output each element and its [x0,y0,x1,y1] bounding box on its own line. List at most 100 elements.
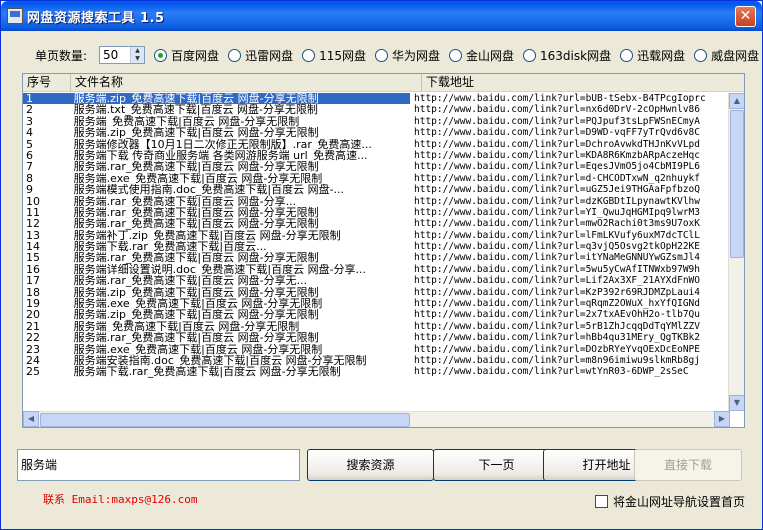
row-index[interactable]: 9 [23,184,70,195]
table-row[interactable]: 7 服务端.rar_免费高速下载|百度云 网盘-分享无限制 http://www.b… [23,161,730,172]
row-url[interactable]: http://www.baidu.com/link?url=hBb4qu31ME… [410,332,730,343]
header-url[interactable]: 下载地址 [422,74,744,92]
row-index[interactable]: 17 [23,275,70,286]
table-row[interactable]: 16 服务端详细设置说明.doc_免费高速下载|百度云 网盘-分享... http:… [23,264,730,275]
row-index[interactable]: 16 [23,264,70,275]
row-url[interactable]: http://www.baidu.com/link?url=m8n96imiwu… [410,355,730,366]
row-url[interactable]: http://www.baidu.com/link?url=5wu5yCwAfI… [410,264,730,275]
row-filename[interactable]: 服务端修改器【10月1日二次修正无限制版】.rar_免费高速... [70,139,410,150]
count-stepper[interactable]: 50 ▲ ▼ [99,46,146,64]
row-url[interactable]: http://www.baidu.com/link?url=lFmLKVufy6… [410,230,730,241]
row-index[interactable]: 5 [23,139,70,150]
row-index[interactable]: 3 [23,116,70,127]
row-filename[interactable]: 服务端补丁.zip_免费高速下载|百度云 网盘-分享无限制 [70,230,410,241]
scroll-down-icon[interactable]: ▼ [729,395,744,411]
row-filename[interactable]: 服务端.zip_免费高速下载|百度云 网盘-分享无限制 [70,287,410,298]
table-row[interactable]: 18 服务端.zip_免费高速下载|百度云 网盘-分享无限制 http://www.… [23,287,730,298]
table-row[interactable]: 14 服务端下载.rar_免费高速下载|百度云... http://www.baid… [23,241,730,252]
table-row[interactable]: 17 服务端.rar_免费高速下载|百度云 网盘-分享无... http://www… [23,275,730,286]
header-name[interactable]: 文件名称 [71,74,422,92]
row-index[interactable]: 15 [23,252,70,263]
row-index[interactable]: 7 [23,161,70,172]
row-url[interactable]: http://www.baidu.com/link?url=DOzbRYeYvq… [410,344,730,355]
row-filename[interactable]: 服务端.rar_免费高速下载|百度云 网盘-分享无限制 [70,161,410,172]
header-index[interactable]: 序号 [23,74,71,92]
row-index[interactable]: 4 [23,127,70,138]
row-filename[interactable]: 服务端.txt_免费高速下载|百度云 网盘-分享无限制 [70,104,410,115]
table-row[interactable]: 15 服务端.rar_免费高速下载|百度云 网盘-分享无限制 http://www.… [23,252,730,263]
radio-icon[interactable] [228,48,242,62]
engine-radio-3[interactable]: 华为网盘 [374,47,440,64]
table-row[interactable]: 8 服务端.exe_免费高速下载|百度云 网盘-分享无限制 http://www.b… [23,173,730,184]
table-row[interactable]: 23 服务端.exe_免费高速下载|百度云 网盘-分享无限制 http://www.… [23,344,730,355]
title-bar[interactable]: 网盘资源搜索工具 1.5 ✕ [1,1,762,31]
close-button[interactable]: ✕ [735,6,756,27]
row-filename[interactable]: 服务端.rar_免费高速下载|百度云 网盘-分享无... [70,275,410,286]
row-filename[interactable]: 服务端模式使用指南.doc_免费高速下载|百度云 网盘-... [70,184,410,195]
row-index[interactable]: 18 [23,287,70,298]
row-url[interactable]: http://www.baidu.com/link?url=q3vjQ5Osvg… [410,241,730,252]
row-index[interactable]: 1 [23,93,70,105]
row-url[interactable]: http://www.baidu.com/link?url=Lif2Ax3XF_… [410,275,730,286]
row-index[interactable]: 6 [23,150,70,161]
row-url[interactable]: http://www.baidu.com/link?url=KDA8R6Kmzb… [410,150,730,161]
scroll-up-icon[interactable]: ▲ [729,93,744,109]
row-url[interactable]: http://www.baidu.com/link?url=PQJpuf3tsL… [410,116,730,127]
row-index[interactable]: 22 [23,332,70,343]
row-url[interactable]: http://www.baidu.com/link?url=DchroAvwkd… [410,139,730,150]
spin-down-icon[interactable]: ▼ [131,55,145,63]
table-row[interactable]: 25 服务端下载.rar_免费高速下载|百度云 网盘-分享无限制 http://ww… [23,366,730,377]
row-index[interactable]: 20 [23,309,70,320]
table-row[interactable]: 10 服务端.rar_免费高速下载|百度云 网盘-分享... http://www.… [23,196,730,207]
radio-icon[interactable] [154,48,168,62]
spin-up-icon[interactable]: ▲ [131,47,145,55]
table-row[interactable]: 19 服务端.exe_免费高速下载|百度云 网盘-分享无限制 http://www.… [23,298,730,309]
row-filename[interactable]: 服务端.rar_免费高速下载|百度云 网盘-分享... [70,196,410,207]
row-filename[interactable]: 服务端_免费高速下载|百度云 网盘-分享无限制 [70,321,410,332]
row-index[interactable]: 14 [23,241,70,252]
checkbox-icon[interactable] [595,495,608,508]
row-index[interactable]: 2 [23,104,70,115]
row-filename[interactable]: 服务端.zip_免费高速下载|百度云 网盘-分享无限制 [70,309,410,320]
row-filename[interactable]: 服务端.rar_免费高速下载|百度云 网盘-分享无限制 [70,332,410,343]
radio-icon[interactable] [694,48,708,62]
row-index[interactable]: 19 [23,298,70,309]
row-url[interactable]: http://www.baidu.com/link?url=d-CHCODTxw… [410,173,730,184]
row-filename[interactable]: 服务端.rar_免费高速下载|百度云 网盘-分享无限制 [70,218,410,229]
row-index[interactable]: 21 [23,321,70,332]
row-filename[interactable]: 服务端.exe_免费高速下载|百度云 网盘-分享无限制 [70,344,410,355]
engine-radio-6[interactable]: 迅载网盘 [620,47,685,64]
row-index[interactable]: 23 [23,344,70,355]
engine-radio-0[interactable]: 百度网盘 [154,47,219,64]
row-filename[interactable]: 服务端.zip_免费高速下载|百度云 网盘-分享无限制 [69,93,410,105]
radio-icon[interactable] [620,48,634,62]
search-button[interactable]: 搜索资源 [307,449,434,481]
row-url[interactable]: http://www.baidu.com/link?url=nx6d0DrV-2… [410,104,730,115]
table-row[interactable]: 11 服务端.rar_免费高速下载|百度云 网盘-分享无限制 http://www.… [23,207,730,218]
row-url[interactable]: http://www.baidu.com/link?url=EqesJVmO5j… [410,161,730,172]
row-filename[interactable]: 服务端.rar_免费高速下载|百度云 网盘-分享无限制 [70,252,410,263]
next-page-button[interactable]: 下一页 [433,449,560,481]
engine-radio-4[interactable]: 金山网盘 [449,47,514,64]
row-filename[interactable]: 服务端详细设置说明.doc_免费高速下载|百度云 网盘-分享... [70,264,410,275]
vertical-scrollbar[interactable]: ▲ ▼ [728,93,744,411]
row-index[interactable]: 24 [23,355,70,366]
engine-radio-5[interactable]: 163disk网盘 [523,47,611,64]
homepage-checkbox[interactable]: 将金山网址导航设置首页 [595,493,745,510]
row-index[interactable]: 12 [23,218,70,229]
table-row[interactable]: 6 服务端下载 传奇商业服务端 各类网游服务端 url_免费高速... http:/… [23,150,730,161]
row-url[interactable]: http://www.baidu.com/link?url=bUB-tSebx-… [410,93,730,104]
row-index[interactable]: 8 [23,173,70,184]
scroll-right-icon[interactable]: ▶ [714,411,730,427]
row-filename[interactable]: 服务端下载.rar_免费高速下载|百度云 网盘-分享无限制 [70,366,410,377]
row-filename[interactable]: 服务端.exe_免费高速下载|百度云 网盘-分享无限制 [70,298,410,309]
horizontal-scrollbar[interactable]: ◀ ▶ [23,411,730,427]
row-url[interactable]: http://www.baidu.com/link?url=mwO2Rachi0… [410,218,730,229]
row-url[interactable]: http://www.baidu.com/link?url=uGZ5Jei9TH… [410,184,730,195]
engine-radio-7[interactable]: 威盘网盘 [694,47,759,64]
count-value[interactable]: 50 [100,47,130,63]
row-index[interactable]: 25 [23,366,70,377]
row-url[interactable]: http://www.baidu.com/link?url=YI_QwuJqHG… [410,207,730,218]
table-row[interactable]: 12 服务端.rar_免费高速下载|百度云 网盘-分享无限制 http://www.… [23,218,730,229]
radio-icon[interactable] [523,48,537,62]
